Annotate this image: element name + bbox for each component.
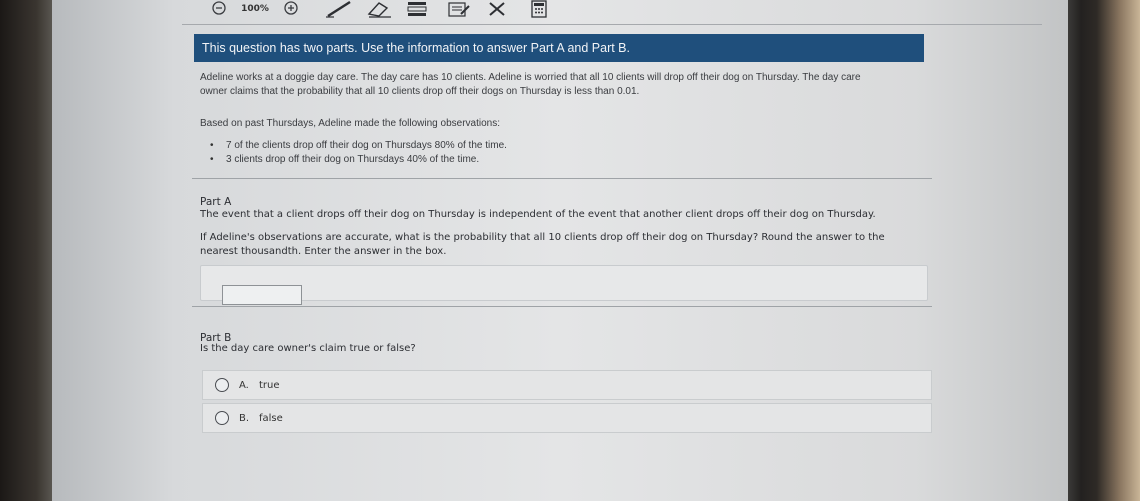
choice-text: false xyxy=(259,412,283,424)
part-a-question-line-2: nearest thousandth. Enter the answer in … xyxy=(200,246,447,257)
part-b-question: Is the day care owner's claim true or fa… xyxy=(200,343,416,354)
instructions-banner: This question has two parts. Use the inf… xyxy=(194,34,924,62)
problem-intro: Adeline works at a doggie day care. The … xyxy=(200,71,960,99)
calculator-icon[interactable] xyxy=(528,0,550,18)
answer-input[interactable] xyxy=(222,285,302,305)
zoom-level: 100% xyxy=(241,4,269,14)
screen: 100% This question has two parts. Use th… xyxy=(52,0,1068,501)
monitor-bezel-left xyxy=(0,0,52,501)
choice-letter: A. xyxy=(239,379,249,391)
choice-text: true xyxy=(259,379,280,391)
answer-area xyxy=(200,265,928,301)
observations-list: 7 of the clients drop off their dog on T… xyxy=(210,139,507,167)
pencil-icon[interactable] xyxy=(322,0,356,18)
zoom-out-icon[interactable] xyxy=(210,0,228,18)
choice-letter: B. xyxy=(239,412,250,424)
eraser-icon[interactable] xyxy=(364,0,394,18)
part-a-statement: The event that a client drops off their … xyxy=(200,209,876,220)
toolbar-divider xyxy=(182,24,1042,25)
part-a-title: Part A xyxy=(200,196,232,208)
observations-intro: Based on past Thursdays, Adeline made th… xyxy=(200,118,500,129)
section-divider xyxy=(192,306,932,307)
part-a-question: If Adeline's observations are accurate, … xyxy=(200,231,990,259)
line-reader-icon[interactable] xyxy=(404,0,430,18)
observation-item: 7 of the clients drop off their dog on T… xyxy=(210,139,507,153)
toolbar: 100% xyxy=(52,0,1068,22)
radio-button[interactable] xyxy=(215,378,229,392)
radio-button[interactable] xyxy=(215,411,229,425)
choice-a[interactable]: A. true xyxy=(202,370,932,400)
part-a-question-line-1: If Adeline's observations are accurate, … xyxy=(200,232,885,243)
monitor-bezel-right xyxy=(1068,0,1140,501)
problem-intro-line-1: Adeline works at a doggie day care. The … xyxy=(200,72,861,83)
choice-b[interactable]: B. false xyxy=(202,403,932,433)
observation-item: 3 clients drop off their dog on Thursday… xyxy=(210,153,507,167)
section-divider xyxy=(192,178,932,179)
highlighter-icon[interactable] xyxy=(446,0,472,18)
zoom-in-icon[interactable] xyxy=(282,0,300,18)
problem-intro-line-2: owner claims that the probability that a… xyxy=(200,86,640,97)
cross-out-icon[interactable] xyxy=(484,0,510,18)
